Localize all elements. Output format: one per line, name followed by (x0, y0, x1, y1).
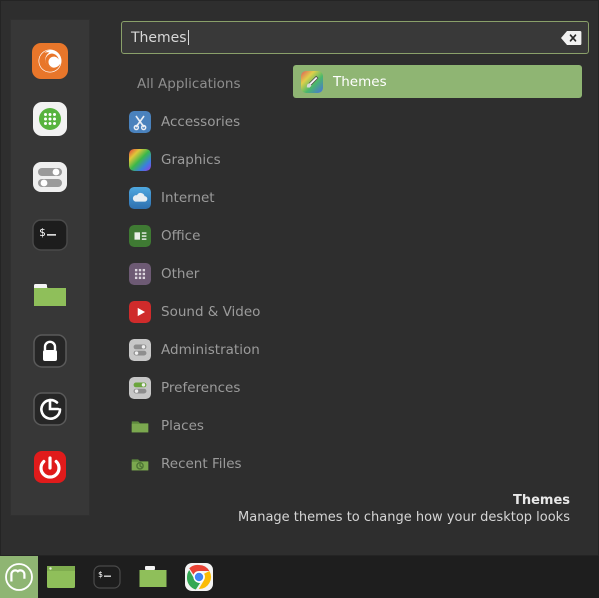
favorite-terminal[interactable]: $ (29, 214, 71, 256)
application-menu-popup: $ Themes All Applications Accessories Gr… (0, 0, 599, 556)
category-label: Sound & Video (161, 304, 261, 320)
favorite-system-settings[interactable] (29, 156, 71, 198)
category-graphics[interactable]: Graphics (121, 141, 286, 179)
graphics-rainbow-icon (129, 149, 151, 171)
category-sound-video[interactable]: Sound & Video (121, 293, 286, 331)
svg-text:$: $ (98, 570, 103, 579)
status-area: Themes Manage themes to change how your … (238, 492, 570, 527)
category-recent-files[interactable]: Recent Files (121, 445, 286, 483)
text-caret (187, 30, 189, 45)
internet-cloud-icon (129, 187, 151, 209)
category-label: Internet (161, 190, 215, 206)
favorite-quit[interactable] (29, 446, 71, 488)
category-preferences[interactable]: Preferences (121, 369, 286, 407)
search-results-list: Themes (293, 65, 582, 98)
category-label: Administration (161, 342, 260, 358)
sound-video-play-icon (129, 301, 151, 323)
places-folder-icon (129, 415, 151, 437)
taskbar: $ (0, 556, 599, 598)
category-label: Places (161, 418, 204, 434)
category-label: Graphics (161, 152, 221, 168)
category-label: Other (161, 266, 200, 282)
taskbar-window-item[interactable] (38, 556, 84, 598)
category-internet[interactable]: Internet (121, 179, 286, 217)
favorite-firefox[interactable] (29, 40, 71, 82)
category-label: Recent Files (161, 456, 242, 472)
other-grid-icon (129, 263, 151, 285)
status-title: Themes (512, 493, 570, 508)
result-item-themes[interactable]: Themes (293, 65, 582, 98)
mint-menu-button[interactable] (0, 556, 38, 598)
office-document-icon (129, 225, 151, 247)
category-label: Accessories (161, 114, 241, 130)
favorites-sidebar: $ (10, 19, 90, 516)
search-value: Themes (131, 29, 187, 46)
category-label: Office (161, 228, 201, 244)
svg-text:$: $ (39, 226, 46, 239)
favorite-lock-screen[interactable] (29, 330, 71, 372)
preferences-toggles-icon (129, 377, 151, 399)
category-label: Preferences (161, 380, 241, 396)
category-administration[interactable]: Administration (121, 331, 286, 369)
category-other[interactable]: Other (121, 255, 286, 293)
search-field[interactable]: Themes (121, 21, 589, 54)
category-accessories[interactable]: Accessories (121, 103, 286, 141)
favorite-files[interactable] (29, 272, 71, 314)
category-office[interactable]: Office (121, 217, 286, 255)
category-all-applications[interactable]: All Applications (121, 65, 286, 103)
recent-files-folder-icon (129, 453, 151, 475)
administration-toggles-icon (129, 339, 151, 361)
status-description: Manage themes to change how your desktop… (238, 510, 570, 525)
accessories-scissors-icon (129, 111, 151, 133)
category-list: All Applications Accessories Graphics In… (121, 65, 286, 483)
taskbar-terminal-launcher[interactable]: $ (84, 556, 130, 598)
taskbar-files-launcher[interactable] (130, 556, 176, 598)
favorite-log-out[interactable] (29, 388, 71, 430)
themes-paintbrush-icon (301, 70, 323, 93)
taskbar-chrome-launcher[interactable] (176, 556, 222, 598)
clear-search-icon[interactable] (558, 25, 584, 51)
desktop-screen: $ Themes All Applications Accessories Gr… (0, 0, 599, 598)
result-label: Themes (333, 73, 387, 90)
search-input[interactable]: Themes (122, 30, 558, 46)
category-places[interactable]: Places (121, 407, 286, 445)
favorite-software-manager[interactable] (29, 98, 71, 140)
category-label: All Applications (137, 76, 241, 92)
